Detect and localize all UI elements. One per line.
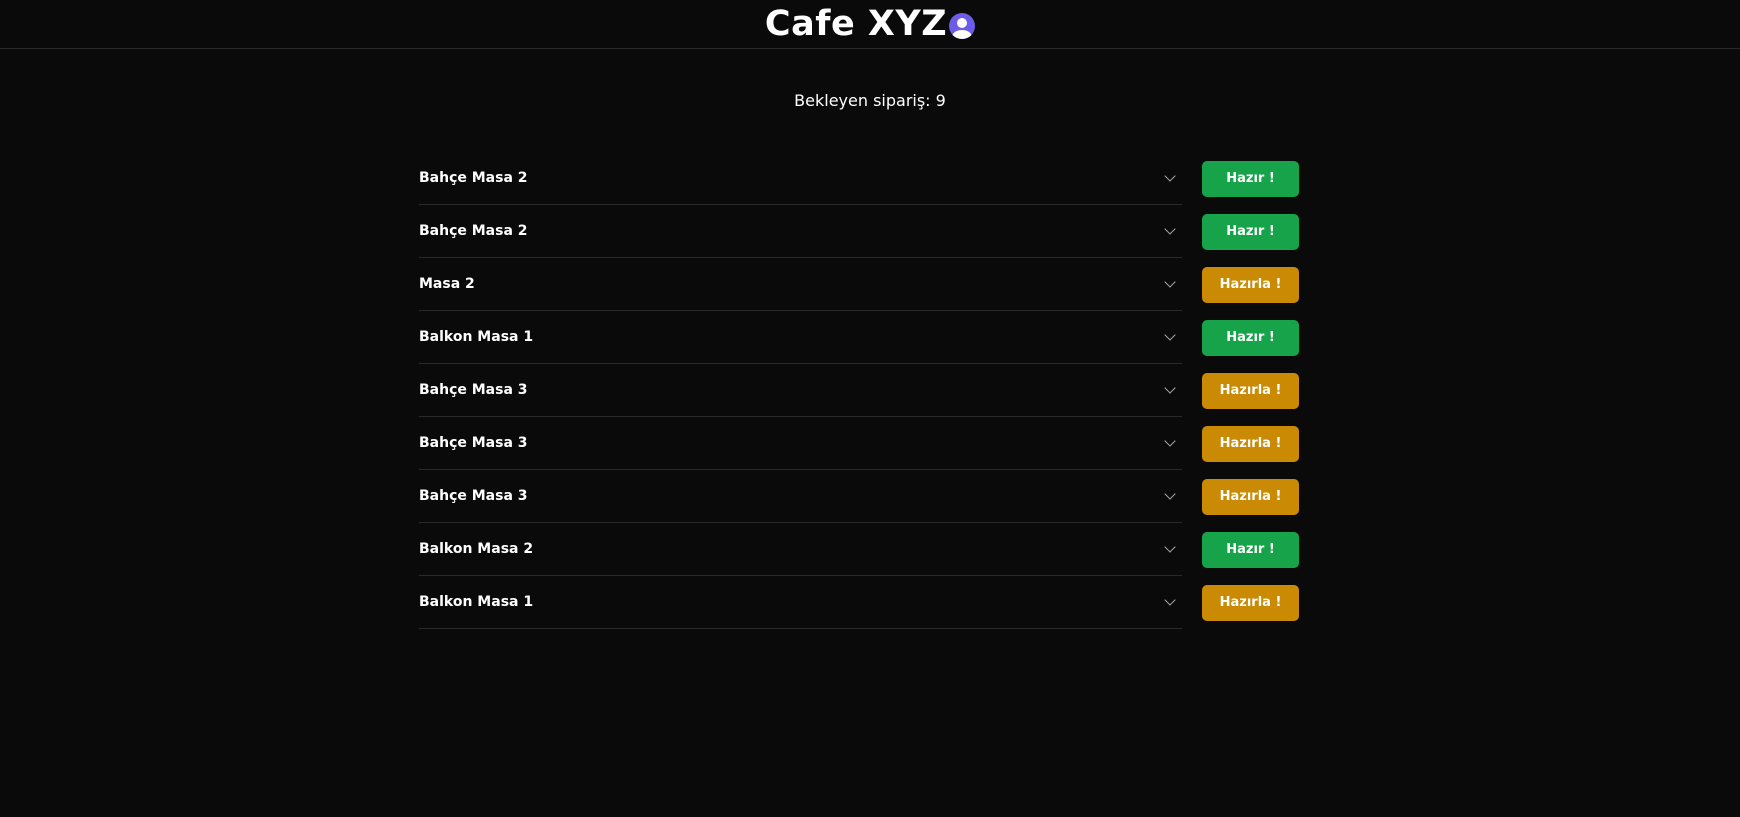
chevron-down-icon[interactable] xyxy=(1164,170,1176,182)
order-row: Bahçe Masa 3 Hazırla ! xyxy=(419,417,1299,470)
order-accordion[interactable]: Bahçe Masa 3 xyxy=(419,417,1182,470)
order-row: Balkon Masa 1 Hazır ! xyxy=(419,311,1299,364)
prepare-button[interactable]: Hazırla ! xyxy=(1202,425,1299,462)
order-row: Bahçe Masa 3 Hazırla ! xyxy=(419,364,1299,417)
order-row: Bahçe Masa 2 Hazır ! xyxy=(419,152,1299,205)
order-row: Bahçe Masa 2 Hazır ! xyxy=(419,205,1299,258)
chevron-down-icon[interactable] xyxy=(1164,276,1176,288)
order-table-name: Bahçe Masa 2 xyxy=(419,223,528,239)
chevron-down-icon[interactable] xyxy=(1164,329,1176,341)
order-accordion[interactable]: Balkon Masa 2 xyxy=(419,523,1182,576)
chevron-down-icon[interactable] xyxy=(1164,435,1176,447)
order-table-name: Masa 2 xyxy=(419,276,475,292)
chevron-down-icon[interactable] xyxy=(1164,488,1176,500)
chevron-down-icon[interactable] xyxy=(1164,541,1176,553)
order-row: Bahçe Masa 3 Hazırla ! xyxy=(419,470,1299,523)
chevron-down-icon[interactable] xyxy=(1164,594,1176,606)
order-table-name: Bahçe Masa 2 xyxy=(419,170,528,186)
pending-orders-count: Bekleyen sipariş: 9 xyxy=(794,91,946,110)
order-accordion[interactable]: Balkon Masa 1 xyxy=(419,576,1182,629)
user-avatar-icon[interactable] xyxy=(949,12,976,39)
order-accordion[interactable]: Bahçe Masa 3 xyxy=(419,364,1182,417)
app-title: Cafe XYZ xyxy=(764,4,948,44)
prepare-button[interactable]: Hazırla ! xyxy=(1202,372,1299,409)
order-row: Masa 2 Hazırla ! xyxy=(419,258,1299,311)
order-accordion[interactable]: Bahçe Masa 2 xyxy=(419,152,1182,205)
order-row: Balkon Masa 1 Hazırla ! xyxy=(419,576,1299,629)
order-accordion[interactable]: Balkon Masa 1 xyxy=(419,311,1182,364)
ready-button[interactable]: Hazır ! xyxy=(1202,531,1299,568)
prepare-button[interactable]: Hazırla ! xyxy=(1202,584,1299,621)
app-header: Cafe XYZ xyxy=(0,0,1740,49)
order-row: Balkon Masa 2 Hazır ! xyxy=(419,523,1299,576)
orders-list: Bahçe Masa 2 Hazır ! Bahçe Masa 2 Hazır … xyxy=(419,152,1299,629)
chevron-down-icon[interactable] xyxy=(1164,382,1176,394)
ready-button[interactable]: Hazır ! xyxy=(1202,213,1299,250)
order-table-name: Balkon Masa 1 xyxy=(419,594,534,610)
ready-button[interactable]: Hazır ! xyxy=(1202,319,1299,356)
prepare-button[interactable]: Hazırla ! xyxy=(1202,478,1299,515)
prepare-button[interactable]: Hazırla ! xyxy=(1202,266,1299,303)
order-table-name: Bahçe Masa 3 xyxy=(419,435,528,451)
order-accordion[interactable]: Bahçe Masa 3 xyxy=(419,470,1182,523)
order-table-name: Balkon Masa 1 xyxy=(419,329,534,345)
ready-button[interactable]: Hazır ! xyxy=(1202,160,1299,197)
order-accordion[interactable]: Masa 2 xyxy=(419,258,1182,311)
order-accordion[interactable]: Bahçe Masa 2 xyxy=(419,205,1182,258)
order-table-name: Balkon Masa 2 xyxy=(419,541,534,557)
chevron-down-icon[interactable] xyxy=(1164,223,1176,235)
order-table-name: Bahçe Masa 3 xyxy=(419,488,528,504)
order-table-name: Bahçe Masa 3 xyxy=(419,382,528,398)
